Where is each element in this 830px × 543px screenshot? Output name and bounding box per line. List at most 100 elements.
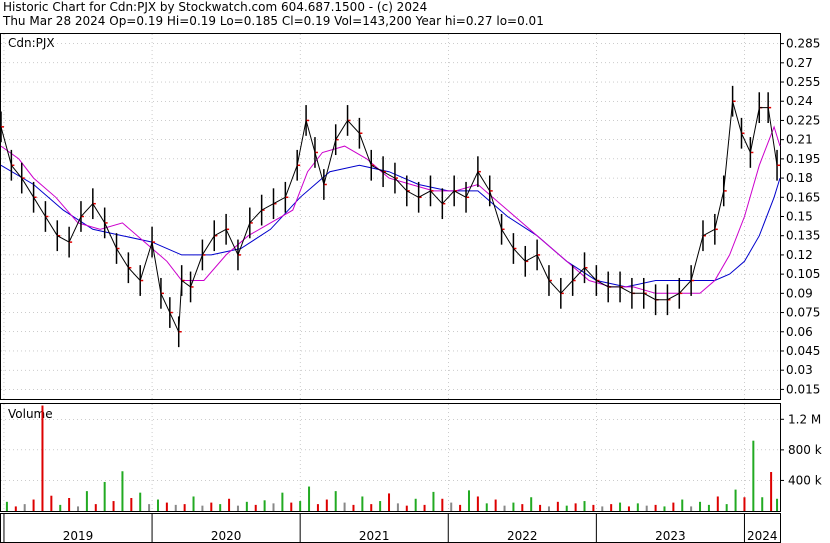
volume-bar (627, 506, 630, 511)
volume-bars (5, 405, 779, 511)
volume-bar (636, 503, 639, 511)
volume-bar (690, 506, 693, 511)
volume-bar (707, 504, 710, 511)
volume-bar (14, 506, 17, 511)
volume-bar (512, 502, 515, 511)
volume-bar (121, 471, 124, 511)
volume-bar (174, 504, 177, 511)
volume-bar (59, 504, 62, 511)
price-tick-label: 0.18 (786, 171, 813, 185)
volume-tick-label: 400 k (788, 473, 822, 487)
volume-bar (139, 492, 142, 511)
volume-bar (130, 498, 133, 511)
volume-bar (574, 503, 577, 511)
volume-tick-label: 800 k (788, 443, 822, 457)
volume-bar (743, 497, 746, 511)
year-label: 2021 (359, 529, 390, 543)
volume-bar (503, 505, 506, 511)
volume-bar (725, 504, 728, 511)
year-label: 2024 (747, 529, 778, 543)
volume-bar (85, 491, 88, 511)
volume-axis: 1.2 M 800 k 400 k (780, 412, 822, 487)
volume-bar (441, 498, 444, 511)
volume-bar (299, 501, 302, 511)
price-tick-label: 0.12 (786, 248, 813, 262)
volume-bar (32, 499, 35, 511)
volume-bar (23, 504, 26, 511)
price-tick-label: 0.225 (786, 113, 820, 127)
volume-bar (41, 405, 44, 511)
volume-bar (459, 504, 462, 511)
volume-bar (672, 502, 675, 511)
volume-panel-frame (0, 403, 781, 512)
year-label: 2022 (507, 529, 538, 543)
ma-long-line (0, 164, 781, 288)
volume-bar (645, 505, 648, 511)
volume-bar (316, 504, 319, 511)
volume-bar (77, 506, 80, 511)
price-tick-label: 0.135 (786, 229, 820, 243)
year-label: 2023 (655, 529, 686, 543)
year-label: 2020 (211, 529, 242, 543)
price-tick-label: 0.165 (786, 190, 820, 204)
volume-bar (476, 496, 479, 511)
volume-bar (245, 501, 248, 511)
price-tick-label: 0.045 (786, 344, 820, 358)
volume-bar (94, 504, 97, 511)
volume-bar (770, 472, 773, 511)
volume-bar (325, 499, 328, 511)
volume-bar (343, 502, 346, 511)
volume-bar (201, 505, 204, 511)
volume-bar (281, 492, 284, 511)
volume-gridlines (1, 404, 780, 511)
volume-bar (183, 504, 186, 511)
volume-bar (776, 498, 779, 511)
volume-bar (699, 501, 702, 511)
price-tick-label: 0.255 (786, 75, 820, 89)
price-tick-label: 0.285 (786, 37, 820, 51)
volume-bar (654, 504, 657, 511)
volume-bar (556, 501, 559, 511)
volume-bar (565, 505, 568, 511)
volume-tick-label: 1.2 M (788, 412, 821, 426)
price-tick-label: 0.015 (786, 382, 820, 396)
volume-bar (405, 505, 408, 511)
volume-bar (50, 495, 53, 511)
price-panel-label: Cdn:PJX (8, 36, 55, 50)
volume-bar (219, 504, 222, 511)
price-tick-label: 0.075 (786, 306, 820, 320)
volume-bar (379, 501, 382, 511)
volume-bar (68, 498, 71, 511)
price-tick-label: 0.27 (786, 56, 813, 70)
volume-bar (432, 491, 435, 511)
volume-bar (112, 501, 115, 511)
volume-bar (592, 504, 595, 511)
price-tick-label: 0.09 (786, 286, 813, 300)
volume-bar (752, 440, 755, 511)
volume-bar (272, 503, 275, 511)
price-gridlines (1, 34, 780, 399)
price-tick-label: 0.03 (786, 363, 813, 377)
price-axis: 0.285 0.27 0.255 0.24 0.225 0.21 0.195 0.18 0.16… (780, 37, 820, 396)
volume-bar (334, 491, 337, 511)
volume-bar (583, 501, 586, 511)
volume-bar (192, 496, 195, 511)
volume-bar (228, 498, 231, 511)
volume-bar (530, 497, 533, 511)
volume-bar (761, 497, 764, 511)
volume-bar (619, 502, 622, 511)
volume-bar (370, 504, 373, 511)
volume-bar (156, 499, 159, 511)
stock-chart: Cdn:PJX 0.285 0.27 0.255 0.24 0.225 0.21 0.195… (0, 33, 822, 543)
volume-bar (601, 506, 604, 511)
volume-bar (485, 503, 488, 511)
volume-bar (494, 499, 497, 511)
volume-bar (290, 502, 293, 511)
volume-bar (148, 504, 151, 511)
volume-bar (165, 502, 168, 511)
volume-bar (610, 504, 613, 511)
volume-bar (396, 503, 399, 511)
price-tick-label: 0.21 (786, 133, 813, 147)
ma-short-line (0, 125, 781, 294)
volume-bar (388, 493, 391, 511)
